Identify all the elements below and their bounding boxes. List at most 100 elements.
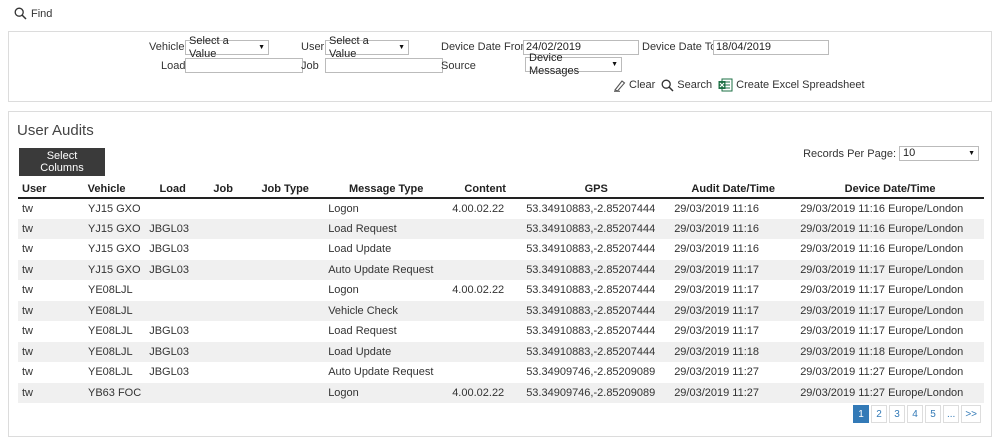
table-row[interactable]: tw YJ15 GXO JBGL03 Load Update 53.34910883,-… [18,239,984,260]
table-cell: 29/03/2019 11:17 [670,259,797,280]
records-per-page-select[interactable]: 10 ▼ [899,146,979,161]
clear-button[interactable]: Clear [613,79,655,92]
column-header[interactable]: Device Date/Time [796,180,984,199]
table-cell [246,300,325,321]
table-cell: 53.34909746,-2.85209089 [522,382,671,403]
vehicle-select[interactable]: Select a Value ▼ [185,35,269,60]
table-cell: 53.34910883,-2.85207444 [526,202,656,215]
table-row[interactable]: tw YE08LJL JBGL03 Load Request 53.34910883,-… [18,321,984,342]
table-cell: 53.34910883,-2.85207444 [526,325,656,338]
excel-icon [718,78,733,92]
find-label: Find [31,7,53,20]
table-cell: tw [18,218,68,239]
table-cell [246,321,324,342]
table-cell: 29/03/2019 11:16 Europe/London [800,202,964,215]
table-cell: tw [18,341,68,362]
table-cell: tw [22,284,33,297]
table-cell [246,218,325,239]
page-link[interactable]: 3 [888,405,905,423]
column-header[interactable]: Vehicle [68,180,146,199]
table-row[interactable]: tw YJ15 GXO Logon 4.00.02.22 53.34910883,-2.… [18,198,984,219]
table-cell [448,300,523,321]
load-input[interactable] [185,58,303,73]
date-to-label: Device Date To [642,41,717,53]
records-per-page: Records Per Page: 10 ▼ [803,146,979,161]
table-row[interactable]: tw YE08LJL JBGL03 Load Update 53.34910883,-2… [18,341,984,362]
table-cell: YJ15 GXO [68,218,146,239]
table-cell: 53.34910883,-2.85207444 [526,243,656,256]
pagination: 1 2 3 4 5... >> [852,405,981,423]
user-audits-panel: User Audits Select Columns Records Per P… [8,111,992,437]
find-toggle[interactable]: Find [14,7,52,20]
table-cell: Load Request [324,218,449,239]
search-button[interactable]: Search [661,79,712,92]
page-link[interactable]: ... [942,405,960,423]
table-cell: 4.00.02.22 [452,202,505,215]
table-cell: YE08LJL [88,284,133,297]
source-label: Source [441,60,476,72]
create-excel-button[interactable]: Create Excel Spreadsheet [718,78,865,92]
table-cell: tw [18,259,68,280]
table-row[interactable]: tw YE08LJL Logon 4.00.02.22 53.34910883,-2.8… [18,280,984,301]
table-cell [145,198,200,219]
table-row[interactable]: tw YE08LJL Vehicle Check 53.34910883,-2.852… [18,300,984,321]
table-cell [246,259,325,280]
table-cell: tw [18,382,68,403]
select-columns-button[interactable]: Select Columns [19,148,105,176]
table-cell: JBGL03 [149,325,189,338]
table-cell [246,382,325,403]
column-header[interactable]: Job [200,180,247,199]
clear-label: Clear [629,79,656,91]
table-cell [200,239,246,260]
table-cell: 4.00.02.22 [448,382,523,403]
table-cell: JBGL03 [145,218,201,239]
page-link[interactable]: >> [961,405,981,423]
eraser-icon [613,79,626,92]
table-row[interactable]: tw YJ15 GXO JBGL03 Load Request 53.34910883,… [18,218,984,239]
source-select[interactable]: Device Messages ▼ [525,52,622,77]
table-cell [200,300,247,321]
table-cell: Load Update [328,243,392,256]
table-header-row: User Vehicle Load Job Job Type Message T… [18,180,984,199]
table-cell: 29/03/2019 11:18 [670,341,797,362]
vehicle-label: Vehicle [149,41,185,53]
table-cell [246,198,324,219]
table-cell: Auto Update Request [324,259,449,280]
table-cell: YB63 FOC [68,382,146,403]
table-cell [200,321,246,342]
page-link[interactable]: 4 [906,405,923,423]
table-cell: YE08LJL [68,341,146,362]
date-to-input[interactable]: 18/04/2019 [713,40,829,55]
column-header[interactable]: Audit Date/Time [670,180,797,199]
table-row[interactable]: tw YB63 FOC Logon 4.00.02.22 53.34909746,-2.… [18,382,984,403]
column-header[interactable]: Load [145,180,201,199]
table-cell: JBGL03 [149,366,189,379]
column-header[interactable]: GPS [522,180,671,199]
search-icon [661,79,674,92]
page-link[interactable]: 5 [924,405,941,423]
create-excel-label: Create Excel Spreadsheet [736,79,865,91]
table-cell: 29/03/2019 11:27 [670,382,797,403]
table-cell: 29/03/2019 11:17 Europe/London [796,300,984,321]
column-header[interactable]: Content [448,180,523,199]
table-cell: YE08LJL [88,325,133,338]
column-header[interactable]: Job Type [246,180,325,199]
table-cell: JBGL03 [149,243,189,256]
table-cell: tw [22,325,33,338]
table-cell: 29/03/2019 11:16 Europe/London [796,218,984,239]
column-header[interactable]: Message Type [324,180,449,199]
user-select[interactable]: Select a Value ▼ [325,35,409,60]
table-cell: 29/03/2019 11:16 [674,243,760,256]
page-link[interactable]: 2 [870,405,887,423]
table-cell: JBGL03 [145,259,201,280]
audits-table: User Vehicle Load Job Job Type Message T… [18,180,984,403]
job-input[interactable] [325,58,443,73]
table-row[interactable]: tw YE08LJL JBGL03 Auto Update Request 53.349… [18,362,984,383]
table-cell: Logon [328,202,359,215]
table-cell: 29/03/2019 11:17 [674,284,760,297]
filter-panel: Vehicle Select a Value ▼ User Select a V… [8,31,992,102]
table-row[interactable]: tw YJ15 GXO JBGL03 Auto Update Request 53.34… [18,259,984,280]
column-header[interactable]: User [18,180,68,199]
table-cell [448,341,523,362]
page-link[interactable]: 1 [852,405,869,423]
